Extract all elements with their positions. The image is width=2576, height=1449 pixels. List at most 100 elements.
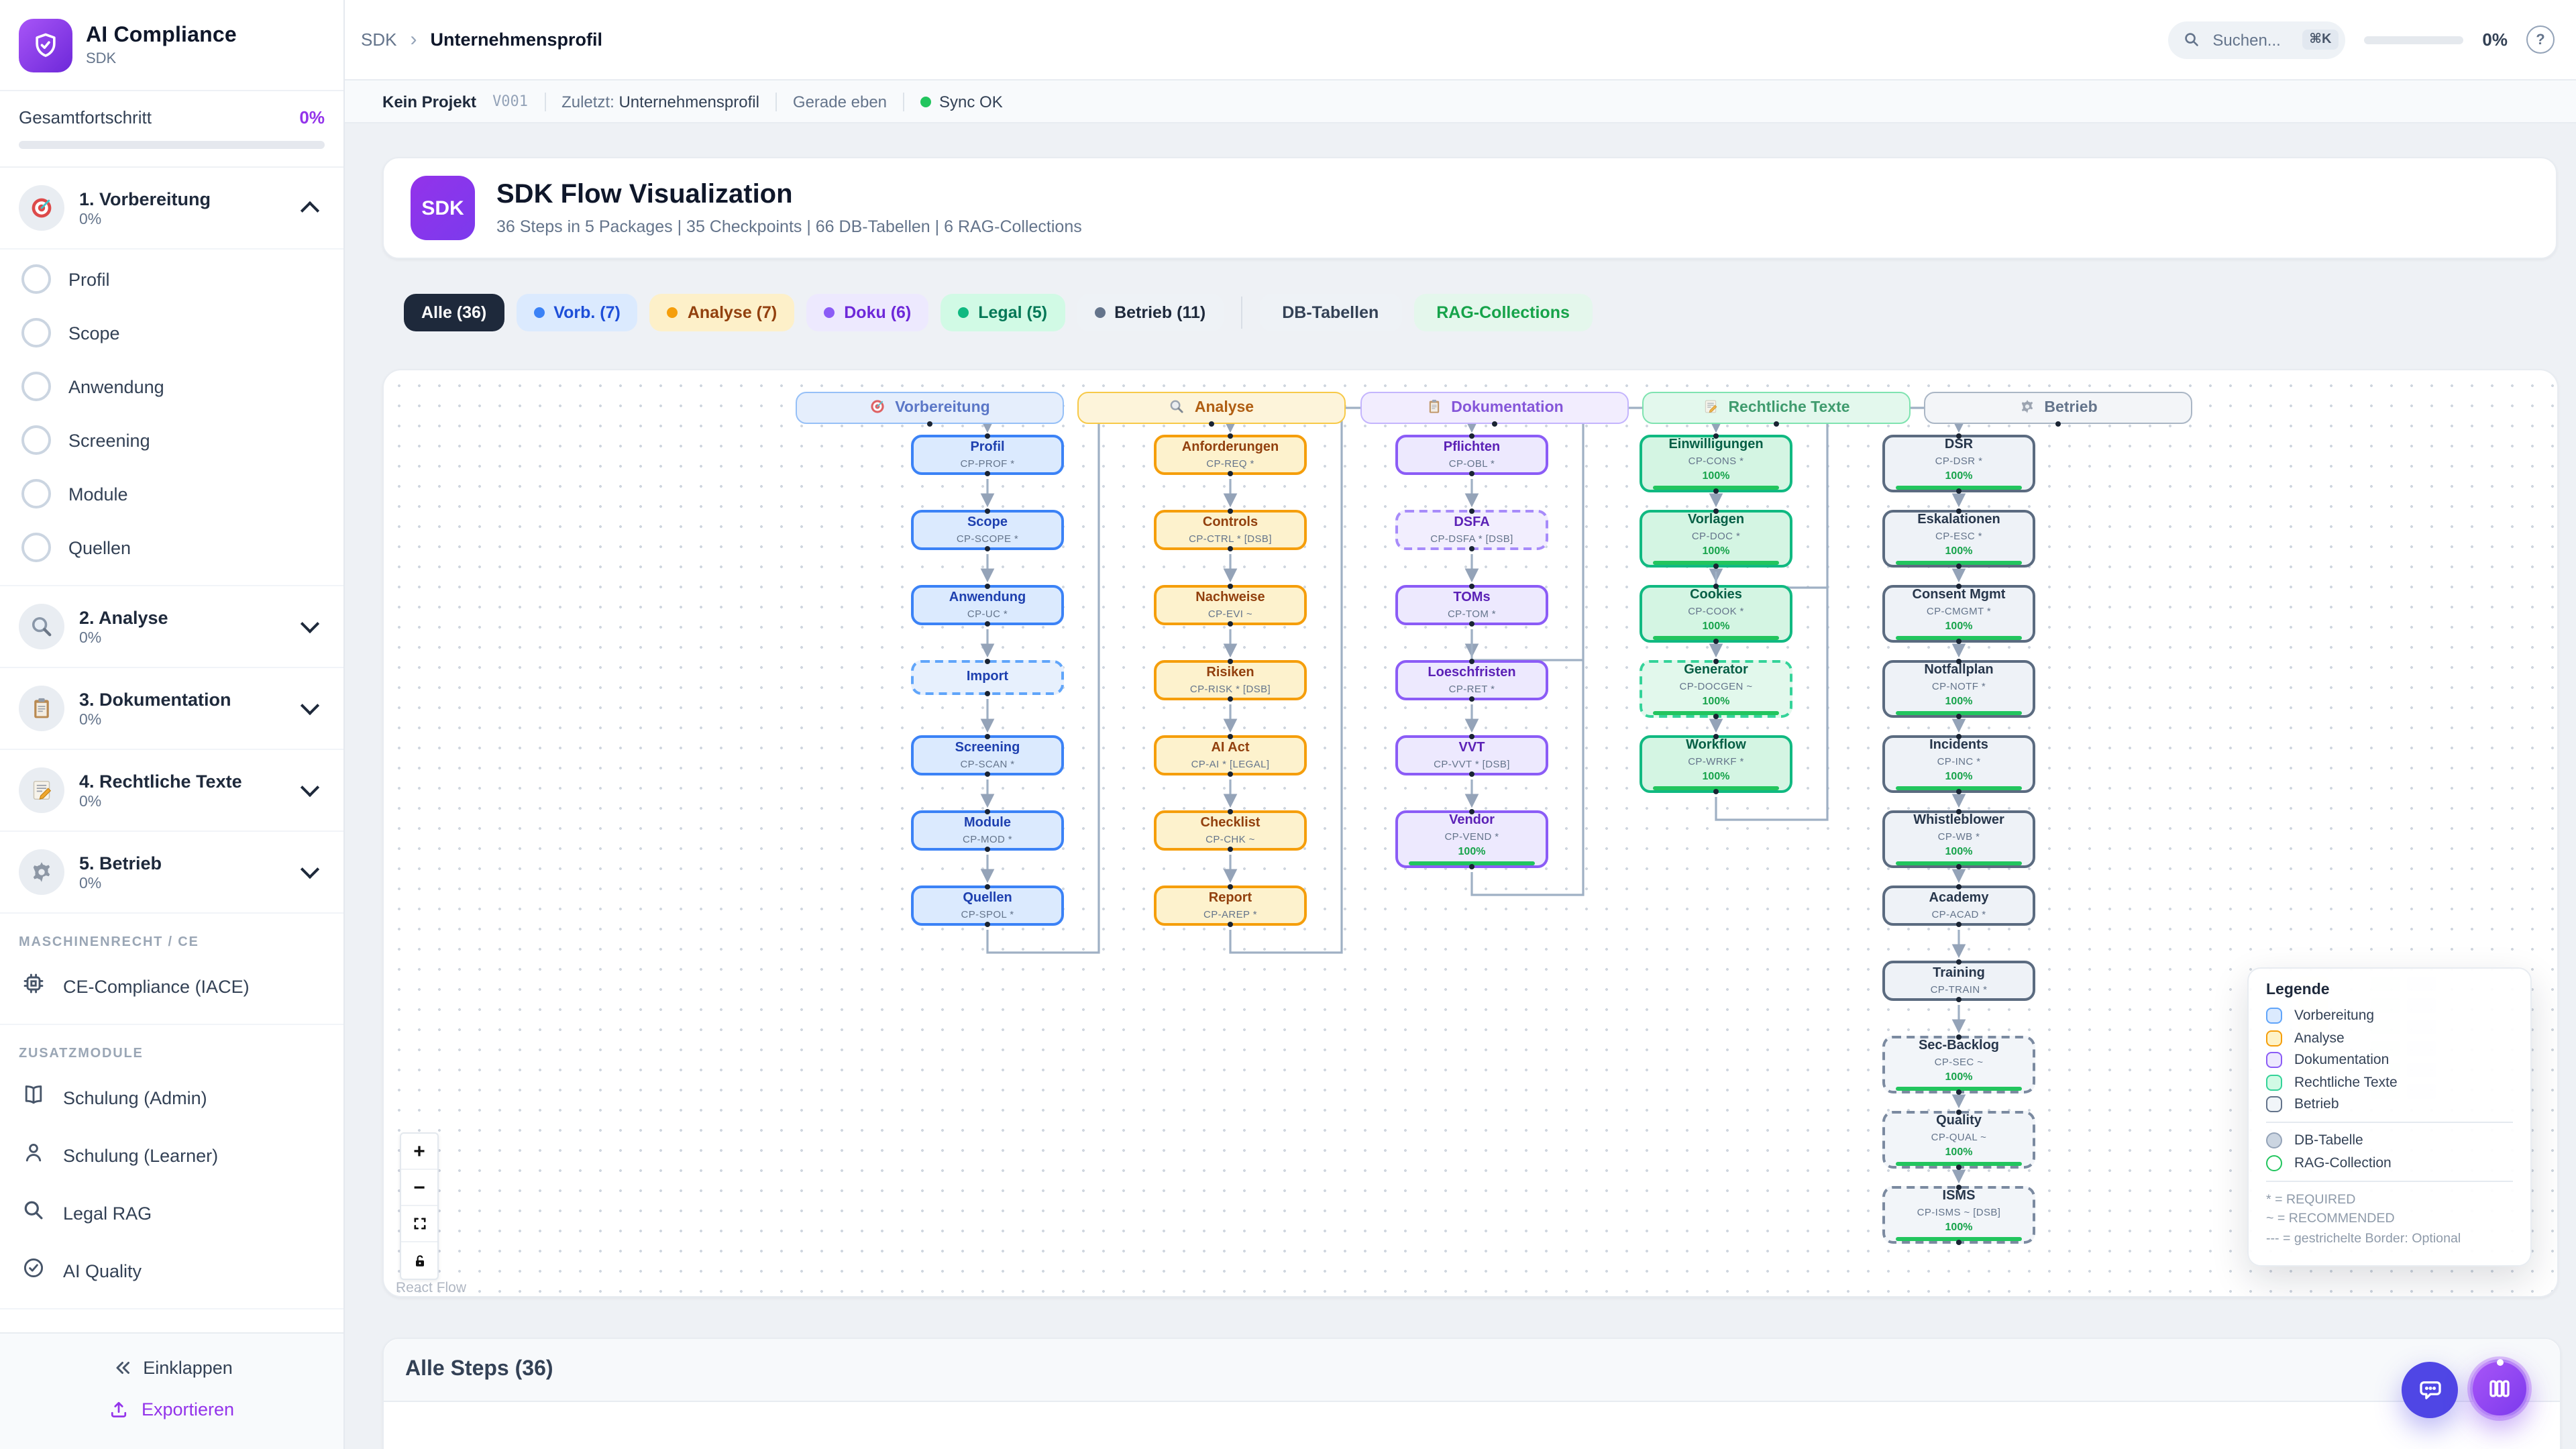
flow-node-anwendung[interactable]: AnwendungCP-UC * <box>911 585 1064 625</box>
sidebar-item-legal-rag[interactable]: Legal RAG <box>0 1185 343 1242</box>
filter-chip-vorb-7[interactable]: Vorb. (7) <box>516 294 638 331</box>
flow-node-nachweise[interactable]: NachweiseCP-EVI ~ <box>1154 585 1307 625</box>
widgets-fab[interactable] <box>2470 1359 2529 1418</box>
package-header-dokumentation[interactable]: Dokumentation <box>1360 392 1629 424</box>
flow-node-cookies[interactable]: CookiesCP-COOK *100% <box>1640 585 1792 643</box>
flow-node-checklist[interactable]: ChecklistCP-CHK ~ <box>1154 810 1307 851</box>
sidebar-item-anwendung[interactable]: Anwendung <box>0 360 343 413</box>
node-code: CP-SEC ~ <box>1935 1055 1984 1067</box>
sidebar-section-4-rechtliche-texte[interactable]: 4. Rechtliche Texte0% <box>0 750 343 832</box>
flow-node-generator[interactable]: GeneratorCP-DOCGEN ~100% <box>1640 660 1792 718</box>
sidebar-item-module[interactable]: Module <box>0 467 343 521</box>
flow-node-eskalationen[interactable]: EskalationenCP-ESC *100% <box>1882 510 2035 568</box>
node-progress-value: 100% <box>1703 545 1730 556</box>
package-label: Vorbereitung <box>895 400 989 416</box>
package-label: Betrieb <box>2044 400 2097 416</box>
flow-node-screening[interactable]: ScreeningCP-SCAN * <box>911 735 1064 775</box>
search-input[interactable] <box>2210 29 2293 50</box>
last-saved-time: Gerade eben <box>793 92 887 111</box>
sidebar-section-1-vorbereitung[interactable]: 1. Vorbereitung0% <box>0 168 343 250</box>
chat-fab[interactable] <box>2402 1362 2458 1418</box>
flow-node-whistleblower[interactable]: WhistleblowerCP-WB *100% <box>1882 810 2035 868</box>
overall-progress-bar <box>19 141 325 149</box>
flow-node-vendor[interactable]: VendorCP-VEND *100% <box>1395 810 1548 868</box>
sidebar-section-2-analyse[interactable]: 2. Analyse0% <box>0 586 343 668</box>
node-code: CP-OBL * <box>1449 458 1495 470</box>
sidebar-item-quellen[interactable]: Quellen <box>0 521 343 574</box>
package-header-analyse[interactable]: Analyse <box>1077 392 1346 424</box>
flow-node-anforderungen[interactable]: AnforderungenCP-REQ * <box>1154 435 1307 475</box>
sidebar-item-label: Profil <box>68 269 110 289</box>
filter-chip-doku-6[interactable]: Doku (6) <box>806 294 928 331</box>
flow-node-vvt[interactable]: VVTCP-VVT * [DSB] <box>1395 735 1548 775</box>
breadcrumb-root[interactable]: SDK <box>361 30 396 50</box>
flow-node-consent-mgmt[interactable]: Consent MgmtCP-CMGMT *100% <box>1882 585 2035 643</box>
node-title: TOMs <box>1453 591 1490 606</box>
flow-canvas[interactable]: Vorbereitung Analyse Dokumentation Rechtlic… <box>382 369 2559 1297</box>
flow-node-quellen[interactable]: QuellenCP-SPOL * <box>911 885 1064 926</box>
sidebar-section-3-dokumentation[interactable]: 3. Dokumentation0% <box>0 668 343 750</box>
flow-node-vorlagen[interactable]: VorlagenCP-DOC *100% <box>1640 510 1792 568</box>
lock-button[interactable] <box>401 1242 437 1279</box>
filter-button-db-tabellen[interactable]: DB-Tabellen <box>1259 294 1401 331</box>
filter-chip-alle-36[interactable]: Alle (36) <box>404 294 504 331</box>
sidebar-item-profil[interactable]: Profil <box>0 252 343 306</box>
node-code: CP-VEND * <box>1444 830 1499 842</box>
flow-node-notfallplan[interactable]: NotfallplanCP-NOTF *100% <box>1882 660 2035 718</box>
flow-node-academy[interactable]: AcademyCP-ACAD * <box>1882 885 2035 926</box>
flow-node-import[interactable]: Import <box>911 660 1064 695</box>
legend-note: ~ = RECOMMENDED <box>2266 1210 2513 1230</box>
flow-node-risiken[interactable]: RisikenCP-RISK * [DSB] <box>1154 660 1307 700</box>
filter-chip-analyse-7[interactable]: Analyse (7) <box>650 294 794 331</box>
sidebar-item-schulung-admin[interactable]: Schulung (Admin) <box>0 1069 343 1127</box>
sidebar-item-schulung-learner[interactable]: Schulung (Learner) <box>0 1127 343 1185</box>
header-progress-bar <box>2364 36 2463 44</box>
fit-view-button[interactable] <box>401 1206 437 1242</box>
sidebar-section-5-betrieb[interactable]: 5. Betrieb0% <box>0 832 343 914</box>
node-progress-bar <box>1895 861 2022 865</box>
flow-node-quality[interactable]: QualityCP-QUAL ~100% <box>1882 1111 2035 1169</box>
flow-node-einwilligungen[interactable]: EinwilligungenCP-CONS *100% <box>1640 435 1792 492</box>
search-box[interactable]: ⌘K <box>2168 21 2345 58</box>
sidebar-item-label: Anwendung <box>68 376 164 396</box>
package-header-betrieb[interactable]: Betrieb <box>1924 392 2192 424</box>
zoom-out-button[interactable]: − <box>401 1170 437 1206</box>
flow-node-isms[interactable]: ISMSCP-ISMS ~ [DSB]100% <box>1882 1186 2035 1244</box>
sync-status: Sync OK <box>920 92 1003 111</box>
flow-node-training[interactable]: TrainingCP-TRAIN * <box>1882 961 2035 1001</box>
flow-node-sec-backlog[interactable]: Sec-BacklogCP-SEC ~100% <box>1882 1036 2035 1093</box>
node-progress-bar <box>1652 560 1779 565</box>
legend-item-rechtliche-texte: Rechtliche Texte <box>2266 1074 2513 1090</box>
filter-chip-legal-5[interactable]: Legal (5) <box>941 294 1065 331</box>
flow-node-scope[interactable]: ScopeCP-SCOPE * <box>911 510 1064 550</box>
sidebar-item-scope[interactable]: Scope <box>0 306 343 360</box>
sidebar-item-label: Module <box>68 484 128 504</box>
filter-button-rag-collections[interactable]: RAG-Collections <box>1413 294 1593 331</box>
export-button[interactable]: Exportieren <box>96 1389 248 1430</box>
flow-node-incidents[interactable]: IncidentsCP-INC *100% <box>1882 735 2035 793</box>
target-icon <box>19 185 64 231</box>
flow-node-toms[interactable]: TOMsCP-TOM * <box>1395 585 1548 625</box>
collapse-sidebar-button[interactable]: Einklappen <box>97 1347 246 1389</box>
package-header-rechtliche-texte[interactable]: Rechtliche Texte <box>1642 392 1911 424</box>
flow-node-workflow[interactable]: WorkflowCP-WRKF *100% <box>1640 735 1792 793</box>
flow-node-module[interactable]: ModuleCP-MOD * <box>911 810 1064 851</box>
flow-node-report[interactable]: ReportCP-AREP * <box>1154 885 1307 926</box>
help-icon[interactable]: ? <box>2526 25 2555 54</box>
flow-node-profil[interactable]: ProfilCP-PROF * <box>911 435 1064 475</box>
flow-node-loeschfristen[interactable]: LoeschfristenCP-RET * <box>1395 660 1548 700</box>
flow-node-dsr[interactable]: DSRCP-DSR *100% <box>1882 435 2035 492</box>
sidebar-item-screening[interactable]: Screening <box>0 413 343 467</box>
reactflow-attribution: React Flow <box>396 1280 466 1296</box>
flow-node-dsfa[interactable]: DSFACP-DSFA * [DSB] <box>1395 510 1548 550</box>
package-header-vorbereitung[interactable]: Vorbereitung <box>796 392 1064 424</box>
node-progress-bar <box>1895 635 2022 640</box>
sidebar-item-ai-quality[interactable]: AI Quality <box>0 1242 343 1300</box>
sidebar-item-ce-compliance-iace[interactable]: CE-Compliance (IACE) <box>0 958 343 1016</box>
flow-node-ai-act[interactable]: AI ActCP-AI * [LEGAL] <box>1154 735 1307 775</box>
flow-node-controls[interactable]: ControlsCP-CTRL * [DSB] <box>1154 510 1307 550</box>
filter-chip-betrieb-11[interactable]: Betrieb (11) <box>1077 294 1223 331</box>
zoom-in-button[interactable]: + <box>401 1134 437 1170</box>
flow-node-pflichten[interactable]: PflichtenCP-OBL * <box>1395 435 1548 475</box>
node-title: Cookies <box>1690 588 1742 603</box>
